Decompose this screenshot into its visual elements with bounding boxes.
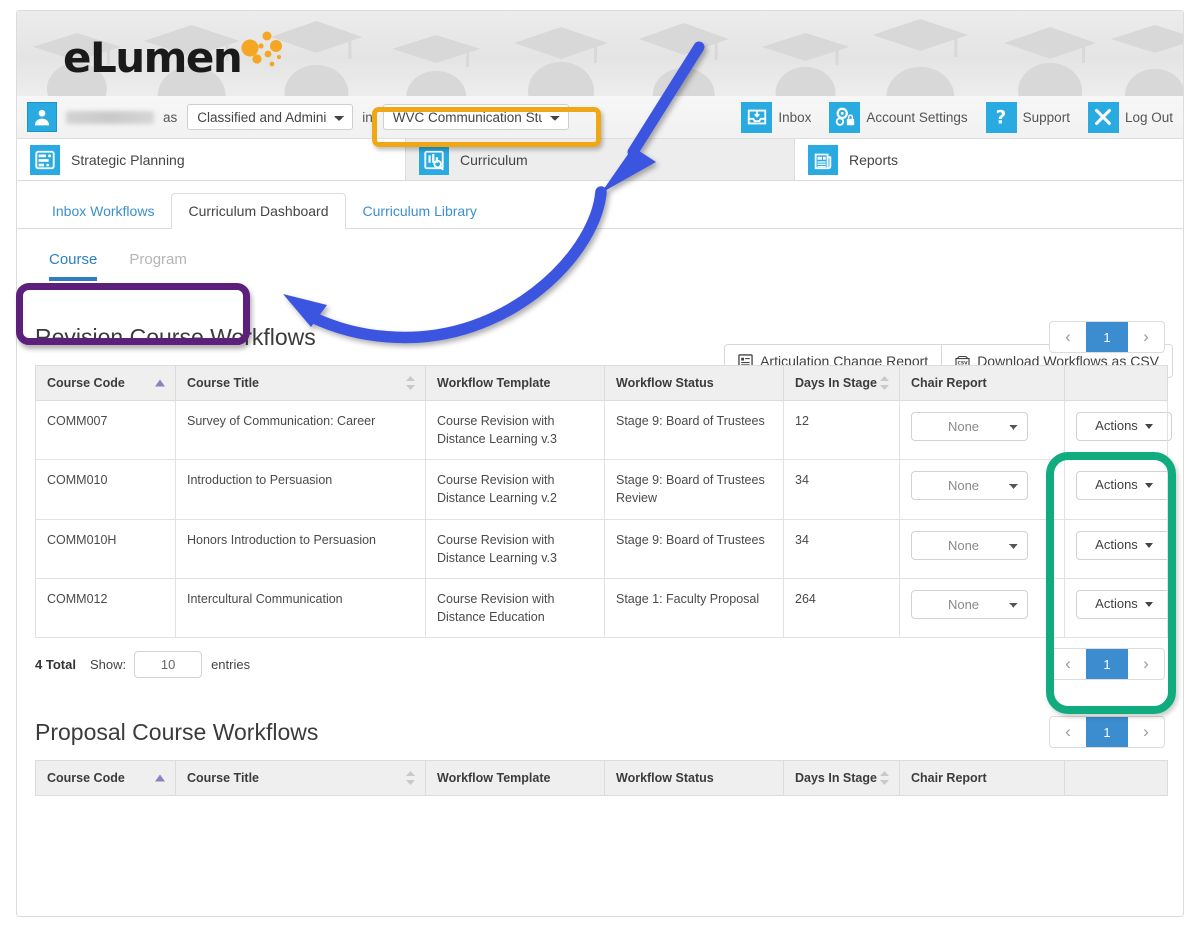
annotation-arrow-to-curriculum bbox=[601, 41, 705, 193]
annotation-arrow-to-course-tab bbox=[283, 186, 607, 344]
screenshot-root: eLumen as Classified and Adminis in WVC … bbox=[0, 0, 1200, 927]
annotation-arrows bbox=[283, 41, 705, 344]
